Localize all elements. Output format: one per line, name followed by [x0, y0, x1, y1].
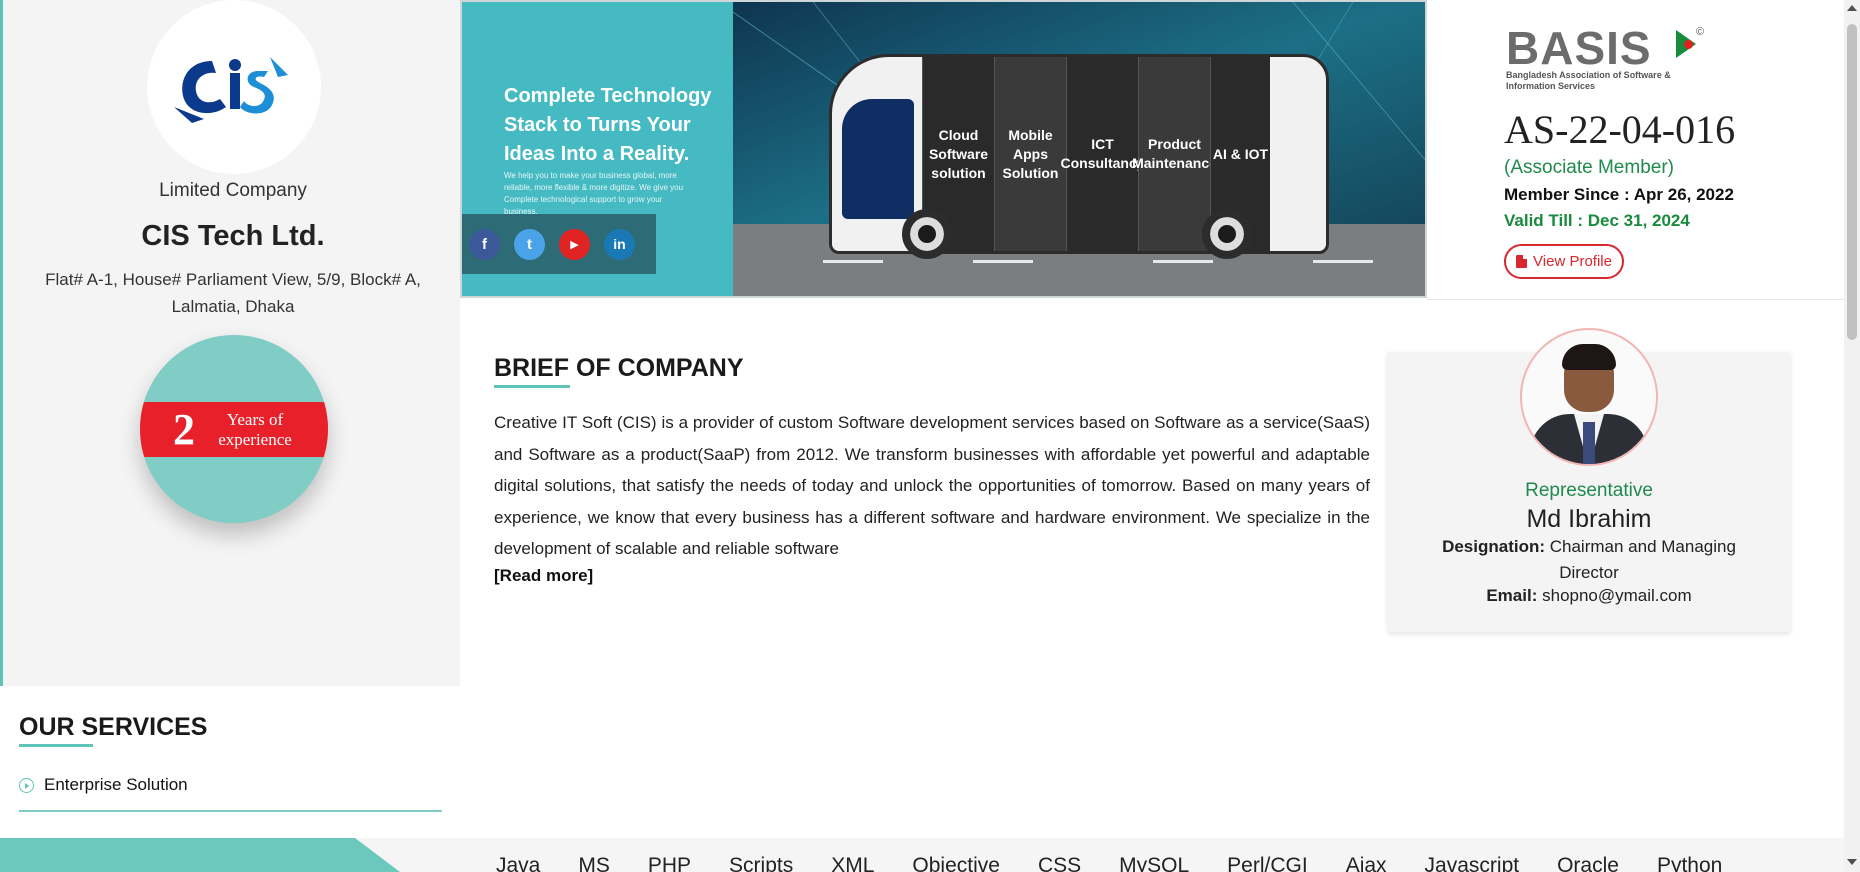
road-marking [823, 260, 883, 263]
service-item[interactable]: Enterprise Solution [19, 775, 442, 812]
scroll-down-arrow-icon[interactable] [1847, 859, 1857, 865]
company-banner: Complete Technology Stack to Turns Your … [460, 0, 1427, 298]
tech-item: Java [496, 854, 541, 872]
company-profile-panel: Limited Company CIS Tech Ltd. Flat# A-1,… [0, 0, 460, 686]
social-links: f t ▶ in [462, 214, 656, 274]
designation-label: Designation: [1442, 537, 1546, 556]
cis-logo-icon [174, 57, 288, 123]
email-value[interactable]: shopno@ymail.com [1542, 586, 1692, 605]
banner-bus-image: Cloud Software solution Mobile Apps Solu… [733, 2, 1425, 296]
membership-type: (Associate Member) [1504, 157, 1674, 178]
bus-graphic: Cloud Software solution Mobile Apps Solu… [829, 54, 1329, 259]
banner-subtext: We help you to make your business global… [504, 171, 684, 216]
bus-panel-mobile: Mobile Apps Solution [994, 57, 1066, 251]
scrollbar-thumb[interactable] [1847, 24, 1857, 340]
page-scrollbar[interactable] [1844, 0, 1860, 872]
road-marking [973, 260, 1033, 263]
designation-value: Chairman and Managing Director [1549, 537, 1736, 582]
linkedin-icon[interactable]: in [604, 228, 635, 260]
experience-label: Years of experience [218, 409, 292, 449]
company-logo [147, 0, 321, 174]
tech-item: MySQL [1119, 854, 1190, 872]
bus-windshield [842, 99, 914, 219]
representative-avatar [1520, 328, 1658, 466]
avatar-hair [1562, 344, 1616, 370]
twitter-icon[interactable]: t [514, 228, 545, 260]
read-more-link[interactable]: [Read more] [494, 566, 593, 586]
bus-wheel [1202, 209, 1252, 259]
basis-dot-icon [1684, 40, 1693, 49]
bus-wheel [902, 209, 952, 259]
company-address: Flat# A-1, House# Parliament View, 5/9, … [45, 270, 421, 316]
avatar-tie [1583, 422, 1595, 464]
view-profile-button[interactable]: View Profile [1504, 244, 1624, 279]
service-item-label: Enterprise Solution [44, 775, 188, 794]
tech-item: CSS [1037, 854, 1082, 872]
bus-panel-ict: ICT Consultancy [1061, 57, 1145, 251]
tech-item: Javascript [1424, 854, 1520, 872]
tech-item: PHP [647, 854, 692, 872]
services-title: OUR SERVICES [19, 713, 208, 741]
valid-till: Valid Till : Dec 31, 2024 [1504, 211, 1690, 230]
banner-text-panel: Complete Technology Stack to Turns Your … [462, 2, 733, 296]
technology-strip: Java MS PHP Scripts XML Objective CSS My… [0, 838, 1844, 872]
tech-item: Objective [912, 854, 1000, 872]
technology-list: Java MS PHP Scripts XML Objective CSS My… [496, 854, 1760, 872]
pdf-icon [1516, 255, 1528, 268]
company-name: CIS Tech Ltd. [141, 220, 325, 252]
tech-strip-accent [0, 838, 400, 872]
tech-item: Python [1656, 854, 1723, 872]
basis-logo-subtitle: Bangladesh Association of Software & Inf… [1506, 70, 1671, 91]
company-type: Limited Company [159, 180, 307, 201]
experience-band: 2 Years of experience [140, 402, 328, 457]
tech-item: Scripts [729, 854, 794, 872]
tech-item: Perl/CGI [1227, 854, 1308, 872]
registered-mark: © [1696, 26, 1705, 38]
representative-role: Representative [1525, 480, 1653, 501]
divider [1427, 299, 1844, 300]
youtube-icon[interactable]: ▶ [559, 228, 590, 260]
representative-designation: Designation: Chairman and Managing Direc… [1418, 534, 1760, 586]
experience-years: 2 [173, 405, 195, 454]
member-since: Member Since : Apr 26, 2022 [1504, 185, 1734, 204]
facebook-icon[interactable]: f [469, 228, 500, 260]
experience-badge: 2 Years of experience [140, 335, 328, 523]
tech-item: MS [578, 854, 610, 872]
road-marking [1153, 260, 1213, 263]
brief-text: Creative IT Soft (CIS) is a provider of … [494, 413, 1370, 558]
banner-headline: Complete Technology Stack to Turns Your … [504, 85, 712, 165]
tech-item: XML [831, 854, 875, 872]
tech-item: Ajax [1345, 854, 1387, 872]
representative-name: Md Ibrahim [1526, 505, 1652, 533]
brief-title: BRIEF OF COMPANY [494, 354, 744, 382]
bus-panel-maintenance: Product Maintenance [1132, 57, 1217, 251]
title-underline [494, 385, 570, 388]
title-underline [19, 744, 93, 747]
membership-number: AS-22-04-016 [1504, 107, 1736, 152]
basis-logo: BASIS Bangladesh Association of Software… [1506, 25, 1706, 96]
representative-email: Email: shopno@ymail.com [1388, 586, 1790, 606]
email-label: Email: [1486, 586, 1538, 605]
scroll-up-arrow-icon[interactable] [1847, 5, 1857, 11]
chevron-right-circle-icon [19, 778, 34, 793]
view-profile-label: View Profile [1533, 253, 1612, 270]
road-marking [1313, 260, 1373, 263]
tech-item: Oracle [1557, 854, 1619, 872]
